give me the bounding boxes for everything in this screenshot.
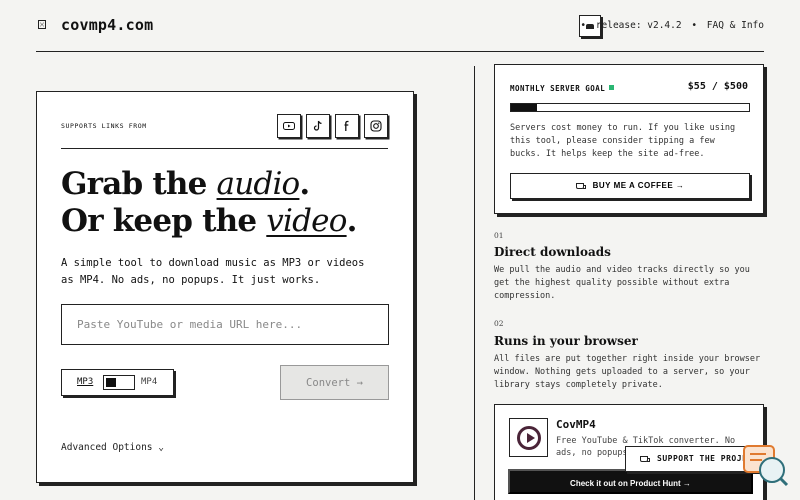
play-icon [527, 433, 535, 443]
youtube-icon [283, 122, 295, 130]
server-goal-card: MONTHLY SERVER GOAL $55 / $500 Servers c… [494, 64, 764, 214]
feature-description: All files are put together right inside … [494, 354, 761, 390]
format-toggle[interactable]: MP3 MP4 [61, 369, 174, 396]
instagram-button[interactable] [364, 114, 388, 138]
supports-label: SUPPORTS LINKS FROM [61, 122, 147, 130]
facebook-icon [344, 120, 349, 131]
feature-number: 02 [494, 319, 504, 328]
goal-progress-bar [510, 103, 750, 112]
facebook-button[interactable] [335, 114, 359, 138]
hero-description: A simple tool to download music as MP3 o… [61, 257, 365, 286]
covmp4-logo [509, 418, 548, 457]
translate-widget-icon[interactable] [742, 444, 790, 488]
goal-amount: $55 / $500 [687, 81, 748, 92]
format-mp3-option[interactable]: MP3 [77, 377, 93, 387]
url-input[interactable] [61, 304, 389, 345]
feature-number: 01 [494, 231, 504, 240]
tiktok-icon [313, 120, 322, 131]
instagram-icon [370, 120, 382, 132]
feature-title: Direct downloads [494, 245, 611, 259]
switch-knob [106, 378, 116, 387]
advanced-options-toggle[interactable]: Advanced Options ⌄ [61, 442, 164, 453]
status-dot-icon [609, 85, 615, 90]
feature-title: Runs in your browser [494, 334, 638, 348]
logo-mark-icon [38, 20, 46, 29]
convert-button[interactable]: Convert → [280, 365, 389, 400]
faq-link[interactable]: FAQ & Info [707, 20, 764, 31]
header-meta: • release: v2.4.2 • FAQ & Info [580, 20, 764, 31]
buy-coffee-button[interactable]: BUY ME A COFFEE → [510, 173, 750, 199]
goal-description: Servers cost money to run. If you like u… [510, 123, 736, 159]
release-version: release: v2.4.2 [595, 20, 682, 31]
column-divider [474, 66, 475, 500]
brand-name[interactable]: covmp4.com [61, 16, 153, 34]
coffee-cup-icon [640, 456, 650, 462]
product-hunt-button[interactable]: Check it out on Product Hunt → [508, 469, 753, 494]
promo-title: CovMP4 [556, 418, 596, 431]
goal-progress-fill [511, 104, 538, 111]
feature-description: We pull the audio and video tracks direc… [494, 265, 750, 301]
hero-headline: Grab the audio. Or keep the video. [61, 166, 357, 239]
tiktok-button[interactable] [306, 114, 330, 138]
goal-label: MONTHLY SERVER GOAL [510, 84, 615, 93]
youtube-button[interactable] [277, 114, 301, 138]
format-mp4-option[interactable]: MP4 [141, 377, 157, 387]
converter-card: SUPPORTS LINKS FROM Grab the audio. Or k… [36, 91, 414, 483]
platform-list [277, 114, 388, 138]
format-switch[interactable] [103, 375, 135, 390]
divider [61, 148, 388, 149]
coffee-cup-icon [575, 183, 586, 189]
site-header: covmp4.com • release: v2.4.2 • FAQ & Inf… [36, 0, 764, 52]
